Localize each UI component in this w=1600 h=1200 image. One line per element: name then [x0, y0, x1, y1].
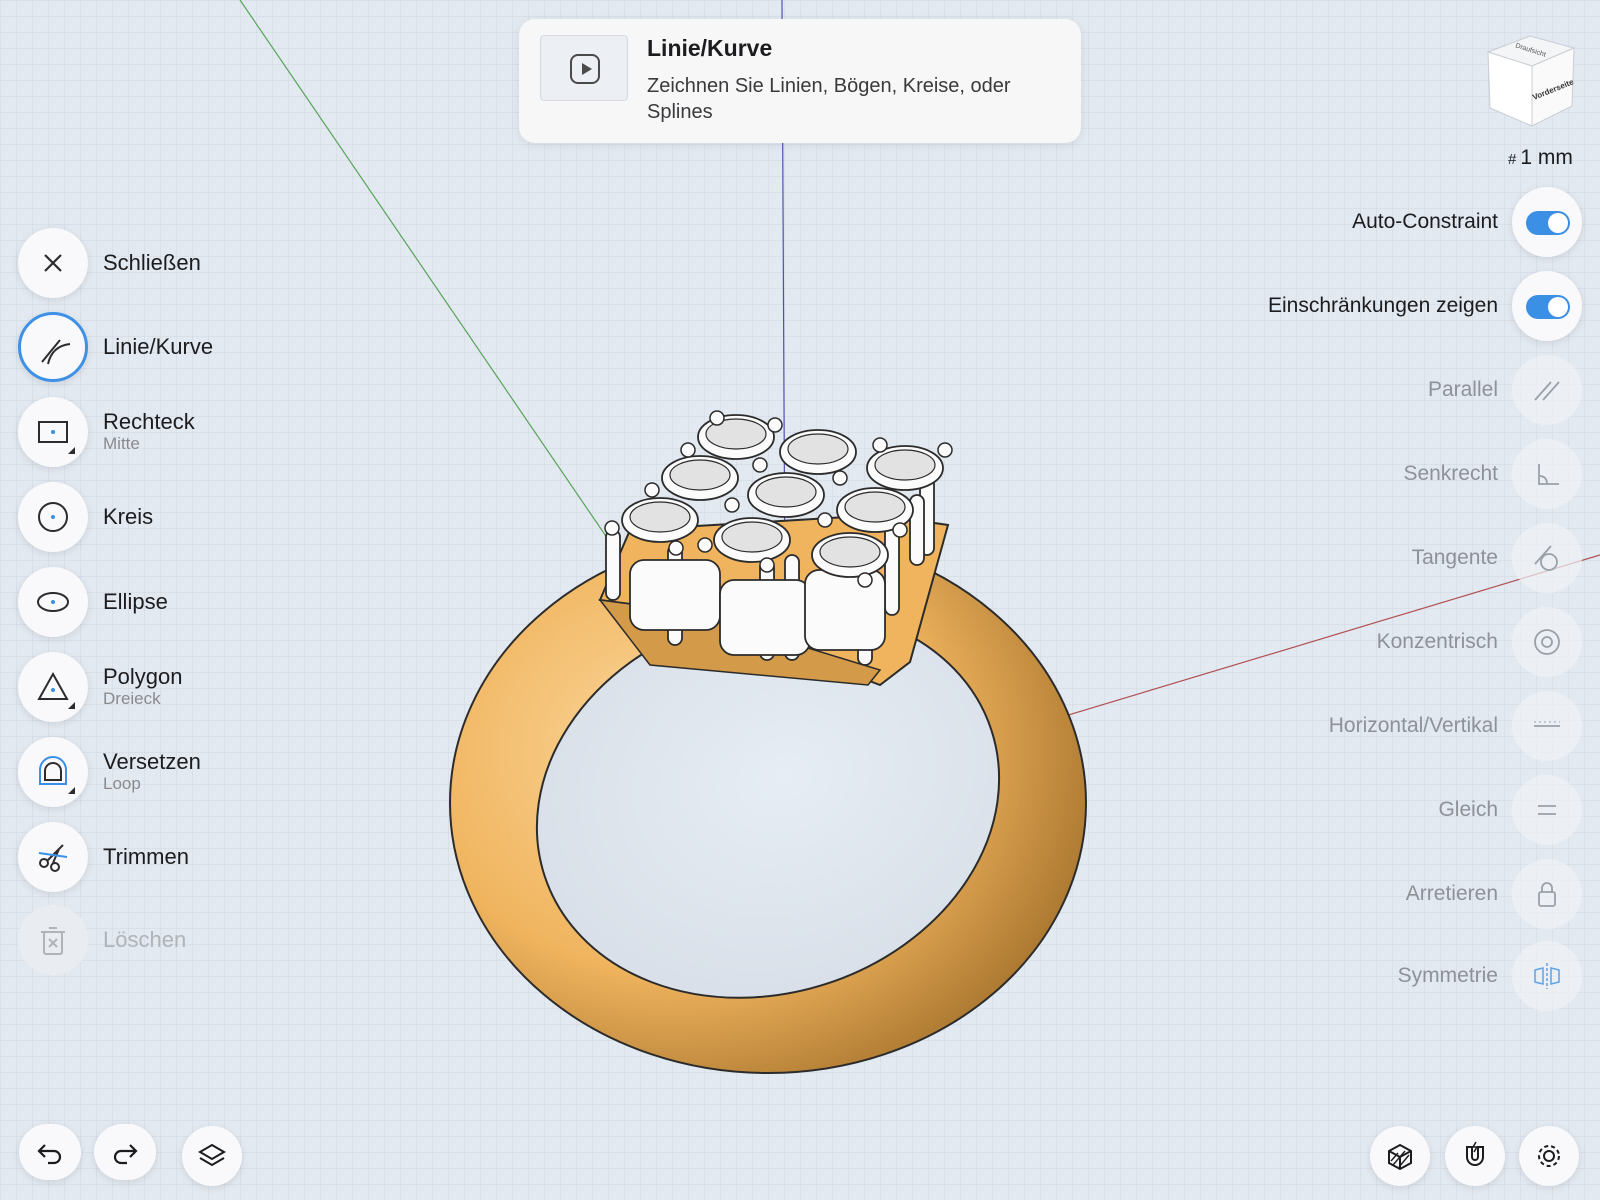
close-icon	[44, 254, 62, 272]
polygon-icon	[37, 671, 69, 700]
tool-label: Rechteck	[103, 409, 195, 434]
undo-button[interactable]	[19, 1124, 81, 1180]
grid-unit-value: 1 mm	[1520, 146, 1573, 169]
tool-label: Trimmen	[103, 844, 189, 869]
constraint-tangent-button[interactable]	[1512, 523, 1582, 593]
lock-icon	[1538, 882, 1556, 907]
tool-sublabel: Loop	[103, 774, 141, 793]
tool-label: Linie/Kurve	[103, 334, 214, 359]
tool-label: Polygon	[103, 664, 183, 689]
undo-icon	[37, 1144, 62, 1165]
offset-button[interactable]	[18, 737, 88, 807]
tool-delete: Löschen	[18, 905, 318, 975]
tool-label: Kreis	[103, 504, 154, 529]
view-cube[interactable]: Draufsicht Vorderseite	[1480, 30, 1580, 130]
constraint-label-perpendicular: Senkrecht	[1403, 462, 1498, 485]
tool-tip-card: Linie/Kurve Zeichnen Sie Linien, Bögen, …	[519, 19, 1081, 143]
trim-icon	[38, 844, 68, 872]
snap-magnet-icon	[1466, 1141, 1484, 1166]
circle-icon	[38, 502, 68, 532]
show-constraints-toggle[interactable]	[1526, 295, 1570, 319]
layers-icon	[198, 1143, 226, 1167]
settings-button[interactable]	[1519, 1126, 1579, 1186]
constraint-equal-button[interactable]	[1512, 775, 1582, 845]
tutorial-video-thumbnail[interactable]	[540, 35, 628, 101]
constraint-label-parallel: Parallel	[1427, 378, 1498, 401]
rectangle-icon	[38, 421, 68, 443]
constraint-lock-button[interactable]	[1512, 859, 1582, 929]
show-constraints-label: Einschränkungen zeigen	[1268, 294, 1498, 317]
close-button[interactable]	[18, 228, 88, 298]
trim-button[interactable]	[18, 822, 88, 892]
line-curve-button[interactable]	[18, 312, 88, 382]
constraint-perpendicular-button[interactable]	[1512, 439, 1582, 509]
auto-constraint-toggle[interactable]	[1526, 211, 1570, 235]
play-icon[interactable]	[570, 54, 600, 84]
perpendicular-icon	[1538, 464, 1559, 485]
tool-label: Versetzen	[103, 749, 201, 774]
equal-icon	[1538, 805, 1556, 815]
constraint-horizontal-vertical-button[interactable]	[1512, 691, 1582, 761]
horizontal-vertical-icon	[1534, 721, 1560, 727]
ellipse-icon	[37, 592, 69, 612]
tool-label: Ellipse	[103, 589, 168, 614]
constraint-symmetry-button[interactable]	[1512, 941, 1582, 1011]
tool-line-curve[interactable]: Linie/Kurve	[18, 312, 318, 382]
constraint-label-horizontal-vertical: Horizontal/Vertikal	[1328, 714, 1498, 737]
symmetry-icon	[1534, 963, 1560, 989]
tool-circle[interactable]: Kreis	[18, 482, 318, 552]
rectangle-button[interactable]	[18, 397, 88, 467]
constraint-concentric-button[interactable]	[1512, 607, 1582, 677]
redo-button[interactable]	[94, 1124, 156, 1180]
section-view-icon	[1388, 1143, 1412, 1171]
tool-close[interactable]: Schließen	[18, 228, 318, 298]
show-constraints-toggle-button[interactable]	[1512, 271, 1582, 341]
tool-offset[interactable]: Versetzen Loop	[18, 737, 318, 807]
offset-icon	[39, 756, 67, 785]
tangent-icon	[1534, 545, 1558, 571]
grid-unit-indicator[interactable]: #1 mm	[1508, 146, 1573, 170]
constraint-label-tangent: Tangente	[1411, 546, 1498, 569]
auto-constraint-toggle-button[interactable]	[1512, 187, 1582, 257]
concentric-icon	[1534, 629, 1560, 655]
tool-label: Löschen	[103, 927, 187, 952]
circle-button[interactable]	[18, 482, 88, 552]
trash-icon	[41, 927, 65, 955]
parallel-icon	[1534, 381, 1560, 401]
delete-button	[18, 905, 88, 975]
constraint-label-concentric: Konzentrisch	[1376, 630, 1498, 653]
constraint-parallel-button[interactable]	[1512, 355, 1582, 425]
line-curve-icon	[41, 339, 71, 365]
polygon-button[interactable]	[18, 652, 88, 722]
tool-rectangle[interactable]: Rechteck Mitte	[18, 397, 318, 467]
redo-icon	[113, 1144, 138, 1165]
grid-hash-icon: #	[1508, 151, 1517, 168]
layers-button[interactable]	[182, 1126, 242, 1186]
tip-description: Zeichnen Sie Linien, Bögen, Kreise, oder…	[647, 75, 1011, 123]
constraint-label-symmetry: Symmetrie	[1397, 964, 1498, 987]
snap-magnet-button[interactable]	[1445, 1126, 1505, 1186]
tip-title: Linie/Kurve	[647, 35, 773, 61]
tool-polygon[interactable]: Polygon Dreieck	[18, 652, 318, 722]
tool-label: Schließen	[103, 250, 201, 275]
settings-gear-icon	[1538, 1145, 1560, 1167]
tool-sublabel: Dreieck	[103, 689, 161, 708]
constraint-label-equal: Gleich	[1438, 798, 1498, 821]
tool-ellipse[interactable]: Ellipse	[18, 567, 318, 637]
ellipse-button[interactable]	[18, 567, 88, 637]
tool-sublabel: Mitte	[103, 434, 140, 453]
tool-trim[interactable]: Trimmen	[18, 822, 318, 892]
section-view-button[interactable]	[1370, 1126, 1430, 1186]
auto-constraint-label: Auto-Constraint	[1352, 210, 1498, 233]
constraint-label-lock: Arretieren	[1405, 882, 1498, 905]
